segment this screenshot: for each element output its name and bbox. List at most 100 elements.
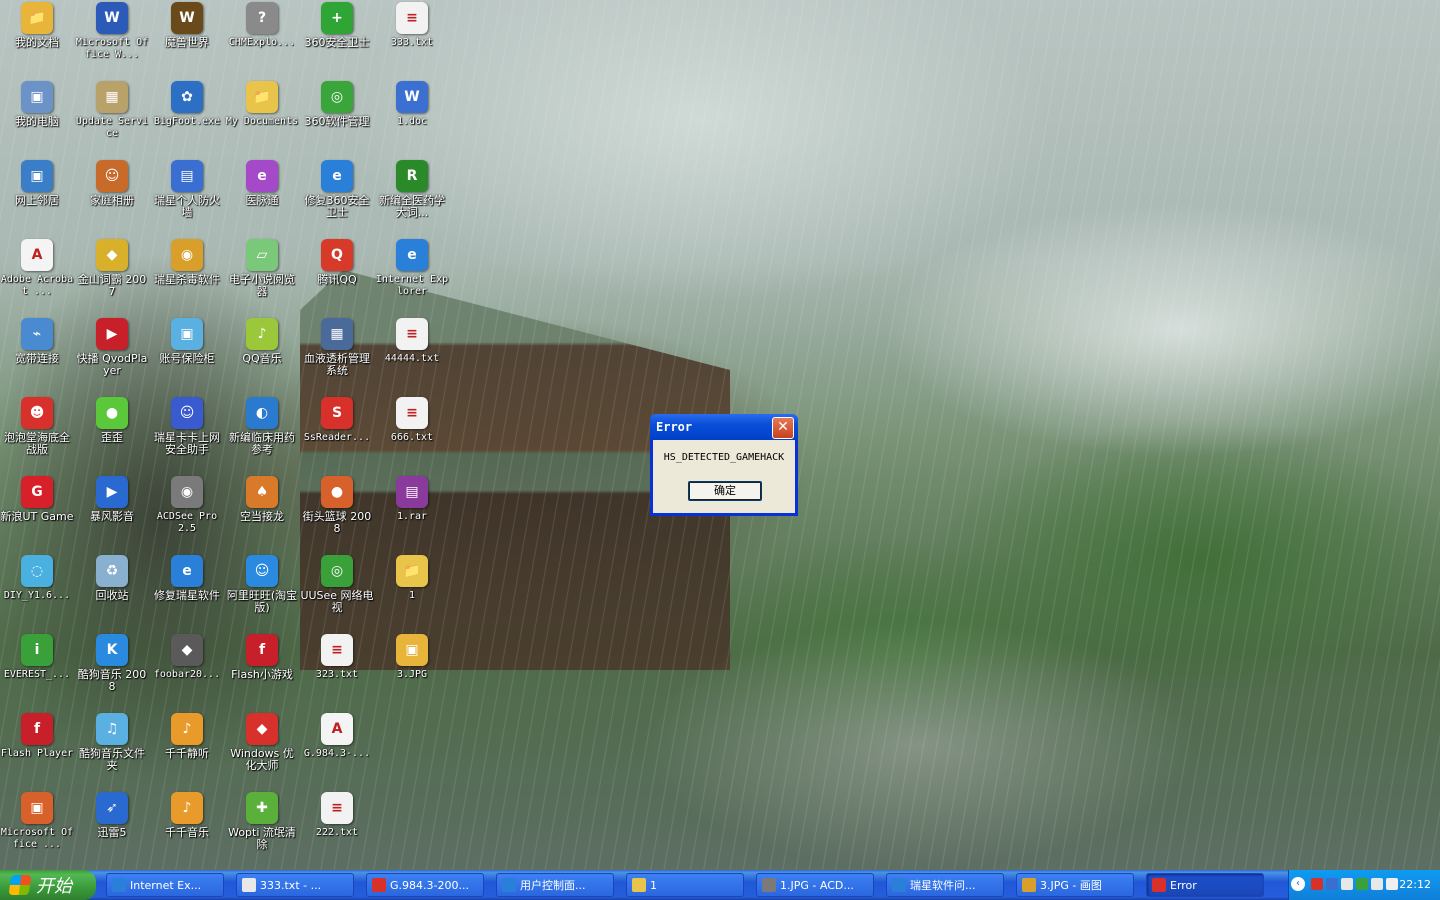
desktop-icon[interactable]: ▣ 账号保险柜: [150, 318, 224, 365]
tray-icon[interactable]: [1371, 878, 1383, 890]
desktop-icon[interactable]: ♻ 回收站: [75, 555, 149, 602]
desktop-icon[interactable]: ◌ DIY_Y1.6...: [0, 555, 74, 602]
desktop-icon-label: 酷狗音乐 2008: [77, 668, 147, 693]
taskbar-button[interactable]: 333.txt - ...: [236, 873, 354, 897]
desktop-icon-label: 1: [408, 590, 416, 601]
desktop-icon[interactable]: ☺ 阿里旺旺(淘宝版): [225, 555, 299, 614]
desktop-icon[interactable]: Q 腾讯QQ: [300, 239, 374, 286]
chm-icon: ?: [246, 2, 278, 34]
taskbar-button[interactable]: Internet Ex...: [106, 873, 224, 897]
recycle-bin-icon: ♻: [96, 555, 128, 587]
desktop-icon[interactable]: ▦ 血液透析管理系统: [300, 318, 374, 377]
everest-icon: i: [21, 634, 53, 666]
desktop-icon[interactable]: ≡ 222.txt: [300, 792, 374, 839]
dialog-title: Error: [656, 420, 693, 434]
desktop-icon[interactable]: ☺ 瑞星卡卡上网安全助手: [150, 397, 224, 456]
ok-button[interactable]: 确定: [688, 481, 762, 501]
tray-icon[interactable]: [1326, 878, 1338, 890]
desktop-icon[interactable]: ≡ 44444.txt: [375, 318, 449, 365]
desktop-icon[interactable]: ♪ QQ音乐: [225, 318, 299, 365]
desktop-icon[interactable]: ✚ Wopti 流氓清除: [225, 792, 299, 851]
desktop-icon[interactable]: ▱ 电子小说阅览器: [225, 239, 299, 298]
desktop-icon[interactable]: ▤ 1.rar: [375, 476, 449, 523]
start-button[interactable]: 开始: [0, 870, 96, 900]
taskbar-button[interactable]: 1: [626, 873, 744, 897]
desktop-icon[interactable]: ◉ ACDSee Pro 2.5: [150, 476, 224, 535]
desktop-icon[interactable]: e Internet Explorer: [375, 239, 449, 298]
desktop-icon[interactable]: ➶ 迅雷5: [75, 792, 149, 839]
desktop-icon[interactable]: +360安全卫士: [300, 2, 374, 49]
desktop-icon[interactable]: ▶ 暴风影音: [75, 476, 149, 523]
desktop-icon[interactable]: W 1.doc: [375, 81, 449, 128]
desktop-icon[interactable]: A Adobe Acrobat ...: [0, 239, 74, 298]
desktop-icon[interactable]: ♪ 千千静听: [150, 713, 224, 760]
desktop-icon[interactable]: ≡ 666.txt: [375, 397, 449, 444]
network-icon: ▣: [21, 160, 53, 192]
desktop-icon[interactable]: ▣ 3.JPG: [375, 634, 449, 681]
taskbar-button[interactable]: 用户控制面...: [496, 873, 614, 897]
desktop-icon-label: EVEREST_...: [3, 669, 71, 680]
desktop-icon[interactable]: ▦ Update Service: [75, 81, 149, 140]
desktop-icon[interactable]: e 医脉通: [225, 160, 299, 207]
desktop-icon[interactable]: ◆ Windows 优化大师: [225, 713, 299, 772]
taskbar-button-label: 333.txt - ...: [260, 878, 322, 892]
desktop-icon[interactable]: f Flash Player: [0, 713, 74, 760]
desktop-icon[interactable]: ▶ 快播 QvodPlayer: [75, 318, 149, 377]
desktop-icon[interactable]: e 修复360安全卫士: [300, 160, 374, 219]
desktop-icon[interactable]: A G.984.3-...: [300, 713, 374, 760]
desktop-icon[interactable]: ◉ 瑞星杀毒软件: [150, 239, 224, 286]
desktop-icon[interactable]: W 魔兽世界: [150, 2, 224, 49]
desktop-icon[interactable]: 📁 My Documents: [225, 81, 299, 128]
tray-icon[interactable]: [1341, 878, 1353, 890]
desktop-icon[interactable]: ● 歪歪: [75, 397, 149, 444]
tray-icon[interactable]: [1311, 878, 1323, 890]
desktop-icon[interactable]: ≡ 333.txt: [375, 2, 449, 49]
desktop-icon[interactable]: ☺ 家庭相册: [75, 160, 149, 207]
desktop-icon-label: 电子小说阅览器: [229, 273, 295, 298]
taskbar-button[interactable]: Error: [1146, 873, 1264, 897]
desktop-icon[interactable]: ☻ 泡泡堂海底全战版: [0, 397, 74, 456]
desktop-icon[interactable]: e 修复瑞星软件: [150, 555, 224, 602]
dialog-title-bar[interactable]: Error ✕: [650, 414, 798, 440]
desktop-icon[interactable]: ♠ 空当接龙: [225, 476, 299, 523]
desktop-icon[interactable]: ◎ UUSee 网络电视: [300, 555, 374, 614]
show-hidden-icons-chevron-icon[interactable]: ‹: [1291, 877, 1305, 891]
desktop-icon[interactable]: ⌁ 宽带连接: [0, 318, 74, 365]
clock[interactable]: 22:12: [1399, 878, 1431, 891]
tray-icon[interactable]: [1386, 878, 1398, 890]
desktop-icon[interactable]: ● 街头篮球 2008: [300, 476, 374, 535]
close-icon[interactable]: ✕: [772, 417, 794, 439]
taskbar-button[interactable]: 1.JPG - ACD...: [756, 873, 874, 897]
internet-explorer-icon: e: [396, 239, 428, 271]
desktop-icon[interactable]: ◆ 金山词霸 2007: [75, 239, 149, 298]
desktop-icon[interactable]: ▣ 网上邻居: [0, 160, 74, 207]
desktop-icon-label: 新编临床用药参考: [229, 431, 295, 456]
desktop-icon[interactable]: ✿ BigFoot.exe: [150, 81, 224, 128]
taskbar-button[interactable]: G.984.3-200...: [366, 873, 484, 897]
desktop-icon[interactable]: 📁 1: [375, 555, 449, 602]
taskbar-button[interactable]: 3.JPG - 画图: [1016, 873, 1134, 897]
xunlei-icon: ➶: [96, 792, 128, 824]
tray-icon[interactable]: [1356, 878, 1368, 890]
desktop-icon[interactable]: ◎ 360软件管理: [300, 81, 374, 128]
desktop-icon[interactable]: ≡ 323.txt: [300, 634, 374, 681]
desktop-icon[interactable]: R 新编全医药学大词...: [375, 160, 449, 219]
desktop-icon[interactable]: S SsReader...: [300, 397, 374, 444]
desktop-icon[interactable]: f Flash小游戏: [225, 634, 299, 681]
taskbar-button[interactable]: 瑞星软件问...: [886, 873, 1004, 897]
desktop-icon[interactable]: i EVEREST_...: [0, 634, 74, 681]
desktop-icon[interactable]: ▤ 瑞星个人防火墙: [150, 160, 224, 219]
desktop-icon[interactable]: ♫ 酷狗音乐文件夹: [75, 713, 149, 772]
desktop-icon-label: 快播 QvodPlayer: [76, 352, 148, 377]
desktop-icon[interactable]: ? CHMExplo...: [225, 2, 299, 49]
desktop-icon[interactable]: 📁 我的文档: [0, 2, 74, 49]
desktop-icon[interactable]: ♪ 千千音乐: [150, 792, 224, 839]
desktop-icon[interactable]: G 新浪UT Game: [0, 476, 74, 523]
desktop-icon[interactable]: K 酷狗音乐 2008: [75, 634, 149, 693]
qq-music-icon: ♪: [246, 318, 278, 350]
desktop-icon[interactable]: W Microsoft Office W...: [75, 2, 149, 61]
desktop-icon[interactable]: ▣ Microsoft Office ...: [0, 792, 74, 851]
desktop-icon[interactable]: ◆ foobar20...: [150, 634, 224, 681]
desktop-icon[interactable]: ▣ 我的电脑: [0, 81, 74, 128]
desktop-icon[interactable]: ◐ 新编临床用药参考: [225, 397, 299, 456]
